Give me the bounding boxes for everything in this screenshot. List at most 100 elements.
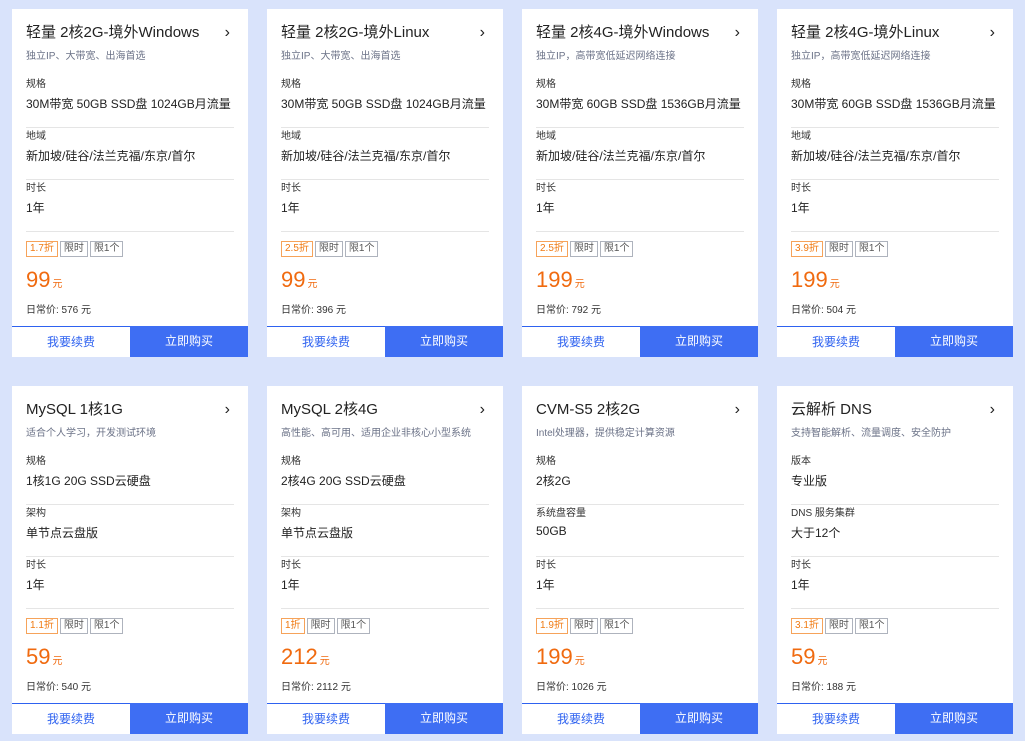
card-actions: 我要续费 立即购买 — [267, 326, 503, 357]
spec-value: 新加坡/硅谷/法兰克福/东京/首尔 — [791, 149, 961, 163]
price-unit: 元 — [574, 279, 585, 290]
limited-time-tag: 限时 — [569, 618, 598, 634]
chevron-right-icon[interactable]: › — [225, 25, 230, 41]
discount-tag: 1.7折 — [26, 241, 58, 257]
renew-button[interactable]: 我要续费 — [522, 703, 640, 734]
discount-tag: 1.1折 — [26, 618, 58, 634]
product-subtitle: 支持智能解析、流量调度、安全防护 — [791, 428, 951, 439]
renew-button[interactable]: 我要续费 — [12, 326, 130, 357]
renew-button[interactable]: 我要续费 — [777, 703, 895, 734]
card-header-link[interactable]: MySQL 1核1G 适合个人学习，开发测试环境 › — [26, 400, 234, 440]
spec-row: 时长 1年 — [26, 556, 234, 609]
renew-button[interactable]: 我要续费 — [267, 703, 385, 734]
product-subtitle: 高性能、高可用、适用企业非核心小型系统 — [281, 428, 471, 439]
price: 99 元 — [281, 267, 317, 293]
price-value: 59 — [26, 644, 51, 669]
card-header-link[interactable]: 云解析 DNS 支持智能解析、流量调度、安全防护 › — [791, 400, 999, 440]
product-title: MySQL 1核1G — [26, 401, 123, 418]
tag-row: 2.5折 限时 限1个 — [536, 241, 635, 257]
limited-time-tag: 限时 — [824, 241, 853, 257]
buy-now-button[interactable]: 立即购买 — [895, 326, 1013, 357]
renew-button[interactable]: 我要续费 — [777, 326, 895, 357]
spec-row: 版本 专业版 — [791, 452, 999, 505]
spec-label: 时长 — [791, 560, 811, 571]
spec-label: 时长 — [281, 183, 301, 194]
spec-row: 地域 新加坡/硅谷/法兰克福/东京/首尔 — [791, 127, 999, 180]
spec-label: 系统盘容量 — [536, 508, 586, 519]
discount-tag: 2.5折 — [536, 241, 568, 257]
buy-now-button[interactable]: 立即购买 — [130, 326, 248, 357]
buy-now-button[interactable]: 立即购买 — [130, 703, 248, 734]
product-subtitle: 适合个人学习，开发测试环境 — [26, 428, 156, 439]
buy-now-button[interactable]: 立即购买 — [385, 703, 503, 734]
spec-label: 地域 — [281, 131, 301, 142]
spec-row: 规格 30M带宽 50GB SSD盘 1024GB月流量 — [26, 75, 234, 128]
chevron-right-icon[interactable]: › — [480, 25, 485, 41]
spec-label: 时长 — [281, 560, 301, 571]
spec-row: 时长 1年 — [536, 179, 744, 232]
spec-row: 时长 1年 — [26, 179, 234, 232]
spec-value: 1年 — [791, 578, 810, 592]
renew-button[interactable]: 我要续费 — [267, 326, 385, 357]
chevron-right-icon[interactable]: › — [735, 402, 740, 418]
spec-row: 架构 单节点云盘版 — [281, 504, 489, 557]
price: 212 元 — [281, 644, 330, 670]
limited-time-tag: 限时 — [824, 618, 853, 634]
product-subtitle: 独立IP、大带宽、出海首选 — [281, 51, 401, 62]
spec-row: 系统盘容量 50GB — [536, 504, 744, 557]
limit-one-tag: 限1个 — [89, 618, 124, 634]
renew-button[interactable]: 我要续费 — [12, 703, 130, 734]
product-card: 轻量 2核4G-境外Windows 独立IP，高带宽低延迟网络连接 › 规格 3… — [522, 9, 758, 357]
tag-row: 1.9折 限时 限1个 — [536, 618, 635, 634]
price-unit: 元 — [574, 656, 585, 667]
price-value: 59 — [791, 644, 816, 669]
price-unit: 元 — [52, 279, 63, 290]
spec-label: 地域 — [26, 131, 46, 142]
chevron-right-icon[interactable]: › — [480, 402, 485, 418]
price: 99 元 — [26, 267, 62, 293]
product-title: 轻量 2核2G-境外Windows — [26, 24, 200, 41]
renew-button[interactable]: 我要续费 — [522, 326, 640, 357]
spec-value: 新加坡/硅谷/法兰克福/东京/首尔 — [536, 149, 706, 163]
chevron-right-icon[interactable]: › — [990, 402, 995, 418]
spec-value: 30M带宽 60GB SSD盘 1536GB月流量 — [791, 97, 996, 111]
spec-row: 时长 1年 — [536, 556, 744, 609]
spec-value: 大于12个 — [791, 526, 841, 540]
product-card: 轻量 2核2G-境外Windows 独立IP、大带宽、出海首选 › 规格 30M… — [12, 9, 248, 357]
card-header-link[interactable]: 轻量 2核2G-境外Windows 独立IP、大带宽、出海首选 › — [26, 23, 234, 63]
product-subtitle: 独立IP，高带宽低延迟网络连接 — [536, 51, 676, 62]
original-price: 日常价: 540 元 — [26, 682, 92, 693]
spec-value: 1年 — [26, 578, 45, 592]
card-actions: 我要续费 立即购买 — [267, 703, 503, 734]
spec-value: 1年 — [536, 578, 555, 592]
price-value: 99 — [281, 267, 306, 292]
original-price: 日常价: 792 元 — [536, 305, 602, 316]
spec-label: 地域 — [536, 131, 556, 142]
price-value: 199 — [536, 267, 573, 292]
card-header-link[interactable]: 轻量 2核4G-境外Linux 独立IP，高带宽低延迟网络连接 › — [791, 23, 999, 63]
original-price: 日常价: 2112 元 — [281, 682, 351, 693]
spec-value: 1年 — [281, 578, 300, 592]
chevron-right-icon[interactable]: › — [225, 402, 230, 418]
spec-value: 2核2G — [536, 474, 571, 488]
chevron-right-icon[interactable]: › — [990, 25, 995, 41]
card-header-link[interactable]: CVM-S5 2核2G Intel处理器，提供稳定计算资源 › — [536, 400, 744, 440]
product-title: 轻量 2核2G-境外Linux — [281, 24, 430, 41]
buy-now-button[interactable]: 立即购买 — [895, 703, 1013, 734]
chevron-right-icon[interactable]: › — [735, 25, 740, 41]
limited-time-tag: 限时 — [59, 618, 88, 634]
buy-now-button[interactable]: 立即购买 — [640, 326, 758, 357]
original-price: 日常价: 188 元 — [791, 682, 857, 693]
card-header-link[interactable]: 轻量 2核4G-境外Windows 独立IP，高带宽低延迟网络连接 › — [536, 23, 744, 63]
spec-label: 时长 — [26, 560, 46, 571]
card-header-link[interactable]: MySQL 2核4G 高性能、高可用、适用企业非核心小型系统 › — [281, 400, 489, 440]
buy-now-button[interactable]: 立即购买 — [640, 703, 758, 734]
buy-now-button[interactable]: 立即购买 — [385, 326, 503, 357]
spec-row: 时长 1年 — [791, 556, 999, 609]
price: 199 元 — [791, 267, 840, 293]
card-header-link[interactable]: 轻量 2核2G-境外Linux 独立IP、大带宽、出海首选 › — [281, 23, 489, 63]
spec-row: 架构 单节点云盘版 — [26, 504, 234, 557]
spec-row: 时长 1年 — [281, 179, 489, 232]
spec-value: 新加坡/硅谷/法兰克福/东京/首尔 — [281, 149, 451, 163]
spec-value: 50GB — [536, 524, 567, 538]
